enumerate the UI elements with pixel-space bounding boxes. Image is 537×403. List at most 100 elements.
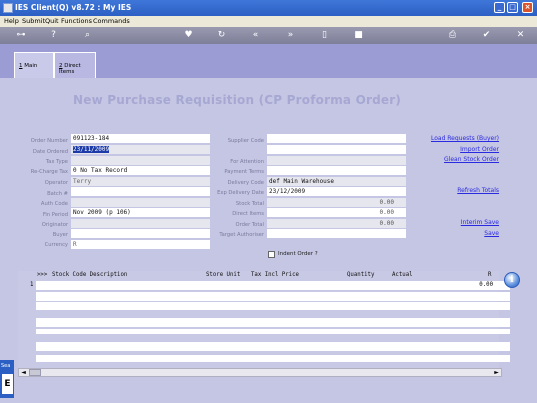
glean-stock-order-link[interactable]: Glean Stock Order	[400, 156, 499, 163]
operator-label: Operator	[44, 180, 68, 186]
printer-icon[interactable]: ⎙	[447, 30, 458, 41]
row-value-cell[interactable]: 0.00	[36, 281, 510, 290]
row-number: 1	[30, 282, 34, 288]
tab-direct-items[interactable]: 2 Direct Items	[54, 52, 96, 78]
table-row[interactable]: 1 0.00	[18, 281, 510, 290]
order-number-field[interactable]: 091123-184	[71, 134, 210, 143]
column-actual[interactable]: Actual	[392, 272, 413, 278]
scroll-left-icon[interactable]: ◄	[19, 369, 28, 376]
order-total-field: 0.00	[267, 219, 406, 228]
delivery-code-label: Delivery Code	[227, 180, 264, 186]
scroll-thumb[interactable]	[29, 369, 41, 376]
stop-icon[interactable]: ■	[353, 30, 364, 41]
help-icon[interactable]: ?	[48, 30, 59, 41]
heart-icon[interactable]: ♥	[183, 30, 194, 41]
tax-type-label: Tax Type	[45, 159, 68, 165]
menu-submit[interactable]: Submit	[22, 17, 45, 25]
import-order-link[interactable]: Import Order	[400, 146, 499, 153]
indent-order-label: Indent Order ?	[278, 251, 318, 257]
order-lines-grid[interactable]: >>> Stock Code Description Store Unit Ta…	[18, 271, 510, 377]
stub-text: Sea	[1, 363, 11, 369]
load-requests-link[interactable]: Load Requests (Buyer)	[400, 135, 499, 142]
order-number-label: Order Number	[30, 138, 68, 144]
date-ordered-field[interactable]: 23/11/2009	[71, 145, 210, 154]
grid-header: >>> Stock Code Description Store Unit Ta…	[18, 271, 499, 280]
exp-delivery-date-field[interactable]: 23/12/2009	[267, 187, 406, 196]
table-row[interactable]	[36, 329, 510, 334]
rewind-icon[interactable]: «	[250, 30, 261, 41]
auth-code-field[interactable]	[71, 198, 210, 207]
direct-items-label: Direct Items	[232, 211, 264, 217]
table-row[interactable]	[36, 355, 510, 362]
operator-field[interactable]: Terry	[71, 177, 210, 186]
page-icon[interactable]: ▯	[319, 30, 330, 41]
direct-items-field: 0.00	[267, 208, 406, 217]
re-charge-tax-field[interactable]: 0 No Tax Record	[71, 166, 210, 175]
supplier-code-label: Supplier Code	[227, 138, 264, 144]
date-ordered-label: Date Ordered	[32, 149, 68, 155]
menu-commands[interactable]: Commands	[93, 17, 130, 25]
supplier-name-field[interactable]	[267, 145, 406, 154]
delivery-code-field[interactable]: def Main Warehouse	[267, 177, 406, 186]
date-ordered-value: 23/11/2009	[73, 146, 110, 153]
table-row[interactable]	[36, 302, 510, 310]
column-r[interactable]: R	[488, 272, 491, 278]
for-attention-label: For Attention	[230, 159, 264, 165]
info-icon[interactable]: i	[504, 272, 520, 288]
interim-save-link[interactable]: Interim Save	[400, 219, 499, 226]
batch-field[interactable]	[71, 187, 210, 196]
fast-forward-icon[interactable]: »	[285, 30, 296, 41]
page-title: New Purchase Requisition (CP Proforma Or…	[73, 93, 402, 107]
toolbar: ⊶ ? ⌕ ♥ ↻ « » ▯ ■ ⎙ ✔ ✕	[0, 27, 537, 44]
originator-field[interactable]	[71, 219, 210, 228]
currency-field[interactable]: R	[71, 240, 210, 249]
grid-marker: >>>	[37, 272, 48, 278]
horizontal-scrollbar[interactable]: ◄ ►	[18, 368, 502, 377]
key-icon[interactable]: ⊶	[12, 30, 30, 41]
tab-direct-items-label: Direct Items	[59, 63, 81, 75]
table-row[interactable]	[36, 342, 510, 351]
target-authoriser-field[interactable]	[267, 229, 406, 238]
fin-period-field[interactable]: Nov 2009 (p 106)	[71, 208, 210, 217]
supplier-code-field[interactable]	[267, 134, 406, 143]
payment-terms-field[interactable]	[267, 166, 406, 175]
check-icon[interactable]: ✔	[481, 30, 492, 41]
menu-bar: Help Submit Quit Functions Commands	[0, 16, 537, 27]
exp-delivery-date-label: Exp Delivery Date	[217, 190, 264, 196]
save-link[interactable]: Save	[400, 230, 499, 237]
minimize-button[interactable]: _	[494, 2, 505, 13]
column-quantity[interactable]: Quantity	[347, 272, 374, 278]
buyer-field[interactable]	[71, 229, 210, 238]
tab-strip: 1 Main 2 Direct Items	[0, 44, 537, 78]
tab-main-label: Main	[24, 63, 38, 69]
refresh-icon[interactable]: ↻	[216, 30, 227, 41]
indent-order-checkbox[interactable]	[268, 251, 275, 258]
target-authoriser-label: Target Authoriser	[219, 232, 264, 238]
scroll-right-icon[interactable]: ►	[492, 369, 501, 376]
search-icon[interactable]: ⌕	[82, 30, 93, 41]
menu-quit[interactable]: Quit	[45, 17, 59, 25]
batch-label: Batch #	[47, 191, 68, 197]
column-tax-incl-price[interactable]: Tax Incl Price	[251, 272, 299, 278]
originator-label: Originator	[41, 222, 68, 228]
column-stock-code-description[interactable]: Stock Code Description	[52, 272, 127, 278]
table-row[interactable]	[36, 292, 510, 301]
table-row[interactable]	[36, 318, 510, 327]
app-icon	[3, 3, 13, 13]
menu-functions[interactable]: Functions	[61, 17, 92, 25]
close-button[interactable]: ×	[522, 2, 533, 13]
column-store-unit[interactable]: Store Unit	[206, 272, 240, 278]
tab-main[interactable]: 1 Main	[14, 52, 54, 78]
stock-total-field: 0.00	[267, 198, 406, 207]
refresh-totals-link[interactable]: Refresh Totals	[400, 187, 499, 194]
for-attention-field[interactable]	[267, 156, 406, 165]
payment-terms-label: Payment Terms	[224, 169, 264, 175]
maximize-button[interactable]: □	[507, 2, 518, 13]
title-bar: IES Client(Q) v8.72 : My IES _ □ ×	[0, 0, 537, 16]
order-total-label: Order Total	[235, 222, 264, 228]
menu-help[interactable]: Help	[4, 17, 19, 25]
close-icon[interactable]: ✕	[515, 30, 526, 41]
auth-code-label: Auth Code	[40, 201, 68, 207]
tax-type-field[interactable]	[71, 156, 210, 165]
window-title: IES Client(Q) v8.72 : My IES	[15, 3, 132, 12]
